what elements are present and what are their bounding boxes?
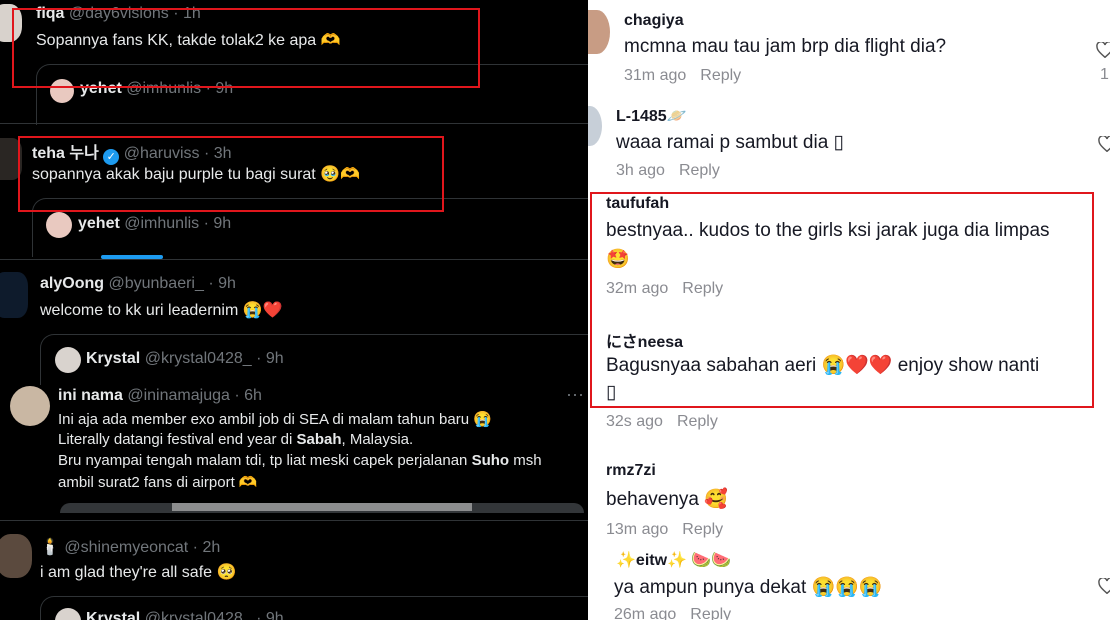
comment-author[interactable]: chagiya [624,12,684,30]
comment-meta: 32s ago Reply [606,413,718,431]
media-preview-strip [172,503,472,511]
more-options-icon[interactable]: ··· [566,384,584,405]
like-count: 1 [1100,66,1109,83]
comment-meta: 3h ago Reply [616,162,720,180]
comment-time: 3h ago [616,162,665,179]
quote-header: Krystal @krystal0428_ · 9h [86,610,284,620]
quote-header: Krystal @krystal0428_ · 9h [86,350,284,368]
highlight-box [12,8,480,88]
comment-author[interactable]: rmz7zi [606,462,656,480]
heart-icon[interactable] [1098,136,1110,152]
reply-button[interactable]: Reply [677,413,718,430]
tweet-author-name[interactable]: ini nama [58,387,123,404]
quote-header: yehet @imhunlis · 9h [78,215,231,233]
avatar[interactable] [10,386,50,426]
quote-handle[interactable]: @krystal0428_ · 9h [145,350,284,367]
tweet-text-line: Literally datangi festival end year di S… [58,431,414,448]
tweet-header: 🕯️ @shinemyeoncat · 2h [40,537,220,557]
divider [0,520,588,521]
heart-icon[interactable] [1098,578,1110,594]
highlight-box [590,192,1094,408]
tweet-header: ini nama @ininamajuga · 6h [58,387,262,405]
tweet-author-emoji[interactable]: 🕯️ [40,539,60,556]
comment-text: waaa ramai p sambut dia ▯ [616,132,845,153]
avatar [46,212,72,238]
comment-author[interactable]: L-1485🪐 [616,106,687,126]
reply-button[interactable]: Reply [679,162,720,179]
tweet-handle[interactable]: @ininamajuga · 6h [127,387,262,404]
tweet-header: alyOong @byunbaeri_ · 9h [40,275,236,293]
avatar[interactable] [588,106,602,146]
heart-icon[interactable] [1096,42,1110,58]
tweet-handle[interactable]: @byunbaeri_ · 9h [108,275,235,292]
tweet-text: welcome to kk uri leadernim 😭❤️ [40,302,283,319]
tweet-text-line: Ini aja ada member exo ambil job di SEA … [58,411,492,428]
quote-author-name[interactable]: Krystal [86,610,140,620]
comment-time: 26m ago [614,606,677,620]
avatar[interactable] [588,10,610,54]
comment-time: 32s ago [606,413,663,430]
comment-author[interactable]: ✨eitw✨ 🍉🍉 [616,550,731,570]
avatar[interactable] [0,272,28,318]
comment-time: 13m ago [606,521,669,538]
quote-author-name[interactable]: yehet [78,215,120,232]
comment-meta: 13m ago Reply [606,521,723,539]
divider [0,259,588,260]
reply-button[interactable]: Reply [690,606,731,620]
avatar[interactable] [0,534,32,578]
reply-button[interactable]: Reply [700,67,741,84]
twitter-panel: fiqa @day6visions · 1h Sopannya fans KK,… [0,0,588,620]
tweet-text-line: Bru nyampai tengah malam tdi, tp liat me… [58,452,542,469]
tweet-text: i am glad they're all safe 🥺 [40,564,237,581]
divider [0,123,588,124]
reply-button[interactable]: Reply [682,521,723,538]
comment-text: behavenya 🥰 [606,489,728,510]
quote-handle[interactable]: @imhunlis · 9h [124,215,231,232]
tweet-author-name[interactable]: alyOong [40,275,104,292]
comment-text: mcmna mau tau jam brp dia flight dia? [624,36,947,57]
quote-handle[interactable]: @krystal0428_ · 9h [145,610,284,620]
avatar [55,347,81,373]
quote-author-name[interactable]: Krystal [86,350,140,367]
tweet-text-line: ambil surat2 fans di airport 🫶 [58,474,258,491]
comment-meta: 26m ago Reply [614,606,731,620]
highlight-box [18,136,444,212]
tweet-handle[interactable]: @shinemyeoncat · 2h [64,539,220,556]
comment-time: 31m ago [624,67,687,84]
comment-text: ya ampun punya dekat 😭😭😭 [614,577,883,598]
comment-meta: 31m ago Reply [624,67,741,85]
comments-panel: chagiya mcmna mau tau jam brp dia flight… [588,0,1110,620]
